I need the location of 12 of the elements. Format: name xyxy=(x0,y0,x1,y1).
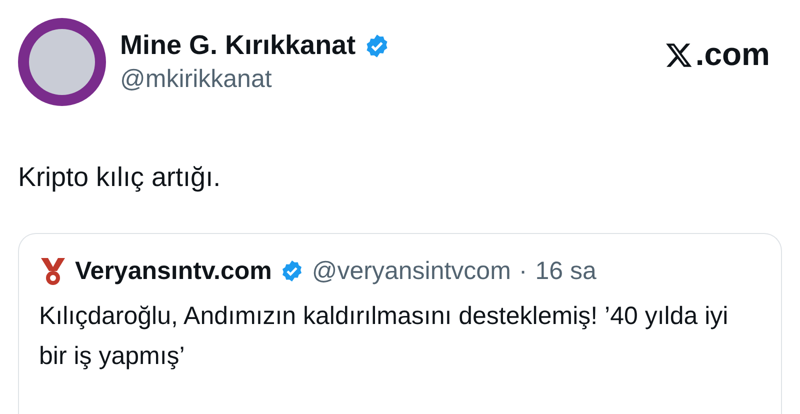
quoted-author-name: Veryansıntv.com xyxy=(75,256,272,286)
quoted-post-text: Kılıçdaroğlu, Andımızın kaldırılmasını desteklemiş! ’40 yılda iyi bir iş yapmış’ xyxy=(39,301,730,372)
separator-dot: · xyxy=(518,256,528,286)
quoted-author-handle: @veryansintvcom xyxy=(312,256,511,286)
x-logo-icon xyxy=(665,40,694,68)
post-text: Kripto kılıç artığı. xyxy=(18,162,222,193)
post-time: 16 sa xyxy=(535,256,596,286)
quoted-post-card[interactable]: Veryansıntv.com @veryansintvcom · 16 sa Kılıçdaroğlu, Andımızın kaldırılmasını desteklemiş! ’40 yılda iyi bir iş yapmış’ xyxy=(18,233,782,414)
author-handle: @mkirikkanat xyxy=(120,65,273,94)
author-name: Mine G. Kırıkkanat xyxy=(120,30,356,61)
medal-logo-icon xyxy=(39,256,67,286)
site-domain: .com xyxy=(695,36,770,73)
